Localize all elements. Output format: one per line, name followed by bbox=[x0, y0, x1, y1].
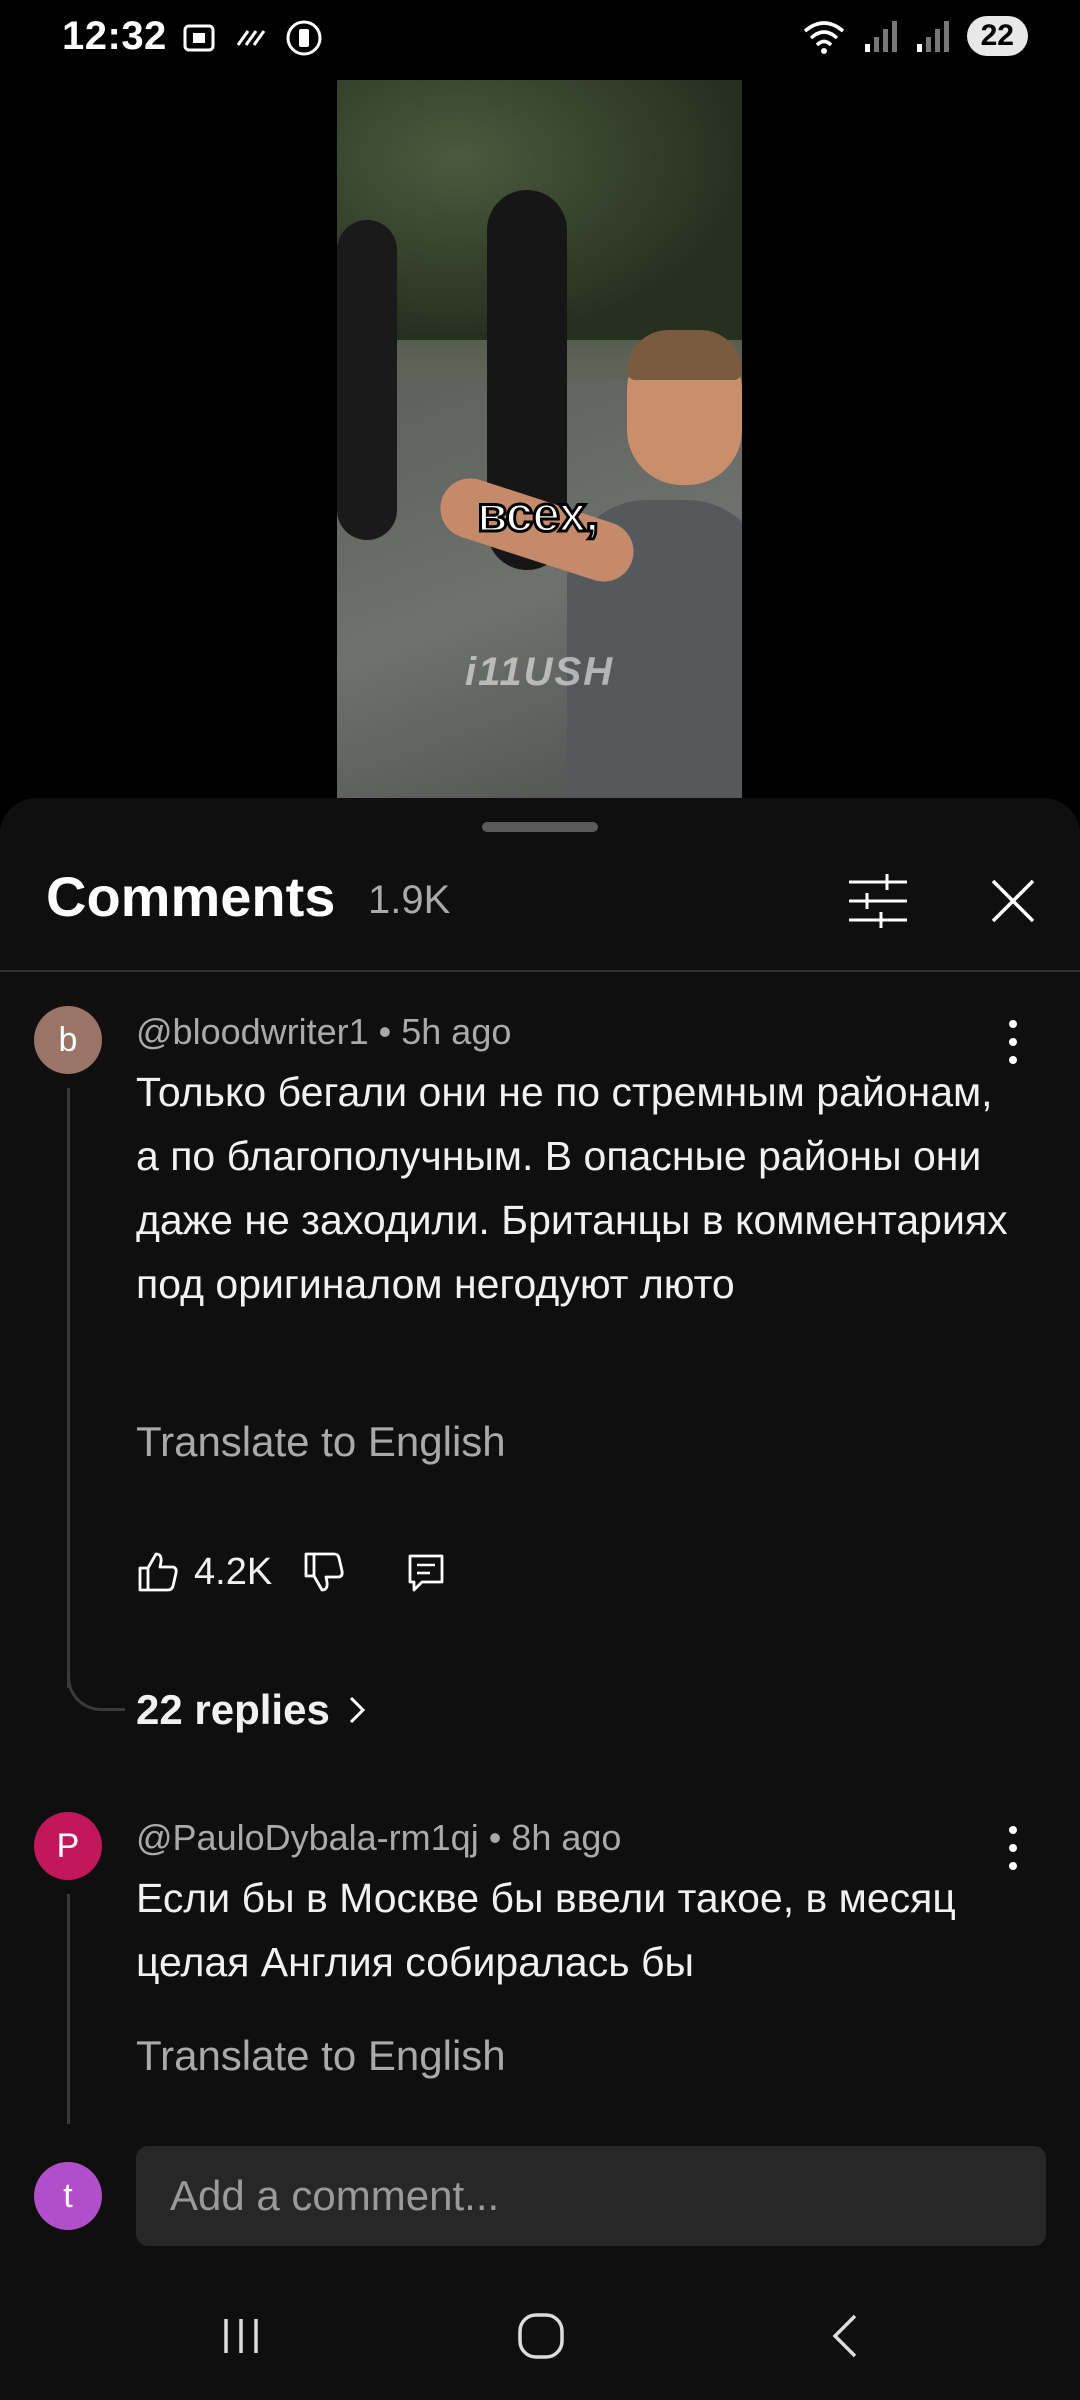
comments-title: Comments bbox=[46, 865, 336, 928]
translate-link[interactable]: Translate to English bbox=[136, 2032, 506, 2080]
thread-line bbox=[67, 1894, 70, 2124]
filter-icon[interactable] bbox=[845, 868, 911, 934]
comment-text: Только бегали они не по стремным районам… bbox=[136, 1069, 1008, 1307]
more-options-icon[interactable] bbox=[998, 1826, 1028, 1870]
comment-input[interactable] bbox=[136, 2146, 1046, 2246]
system-nav-bar bbox=[0, 2266, 1080, 2400]
close-icon[interactable] bbox=[985, 873, 1041, 929]
comment-meta[interactable]: @bloodwriter1 • 5h ago bbox=[136, 1011, 511, 1053]
data-saver-icon bbox=[236, 30, 266, 46]
drag-handle[interactable] bbox=[482, 822, 598, 832]
screenshot-icon bbox=[183, 24, 215, 52]
back-icon bbox=[832, 2314, 857, 2358]
video-watermark: i11USH bbox=[465, 650, 615, 694]
back-button[interactable] bbox=[800, 2296, 890, 2376]
status-bar: 12:32 22 bbox=[0, 0, 1080, 76]
thread-line-curve bbox=[67, 1668, 125, 1711]
home-button[interactable] bbox=[496, 2296, 586, 2376]
avatar[interactable]: P bbox=[34, 1812, 102, 1880]
avatar[interactable]: t bbox=[34, 2162, 102, 2230]
status-time: 12:32 bbox=[62, 14, 167, 58]
more-options-icon[interactable] bbox=[998, 1020, 1028, 1064]
translate-link[interactable]: Translate to English bbox=[136, 1418, 506, 1466]
nfc-icon bbox=[286, 20, 322, 56]
comments-count: 1.9K bbox=[368, 878, 451, 922]
like-count: 4.2K bbox=[194, 1550, 273, 1593]
video-runner bbox=[337, 220, 397, 540]
header-divider bbox=[0, 970, 1080, 972]
wifi-icon bbox=[803, 21, 844, 54]
avatar[interactable]: b bbox=[34, 1006, 102, 1074]
status-icons-right: 22 bbox=[801, 16, 1028, 56]
like-icon[interactable] bbox=[136, 1550, 180, 1594]
home-icon bbox=[518, 2313, 564, 2359]
add-comment-bar: t bbox=[0, 2126, 1080, 2266]
recents-icon bbox=[224, 2319, 258, 2353]
battery-indicator: 22 bbox=[966, 16, 1028, 56]
dislike-icon[interactable] bbox=[302, 1550, 346, 1594]
video-player[interactable]: всех, i11USH bbox=[337, 80, 742, 800]
comment-text: Если бы в Москве бы ввели такое, в месяц… bbox=[136, 1875, 956, 1985]
view-replies-button[interactable]: 22 replies bbox=[136, 1686, 368, 1734]
thread-line bbox=[67, 1088, 70, 1688]
reply-icon[interactable] bbox=[404, 1550, 448, 1594]
comment-meta[interactable]: @PauloDybala-rm1qj • 8h ago bbox=[136, 1817, 621, 1859]
replies-label: 22 replies bbox=[136, 1686, 330, 1733]
video-caption: всех, bbox=[475, 485, 600, 544]
comment-actions: 4.2K bbox=[136, 1550, 448, 1594]
recents-button[interactable] bbox=[196, 2296, 286, 2376]
signal-icon bbox=[916, 21, 949, 52]
chevron-right-icon bbox=[349, 1696, 365, 1724]
video-person-hair bbox=[627, 330, 742, 380]
status-icons-left bbox=[180, 18, 324, 58]
signal-icon bbox=[864, 21, 897, 52]
